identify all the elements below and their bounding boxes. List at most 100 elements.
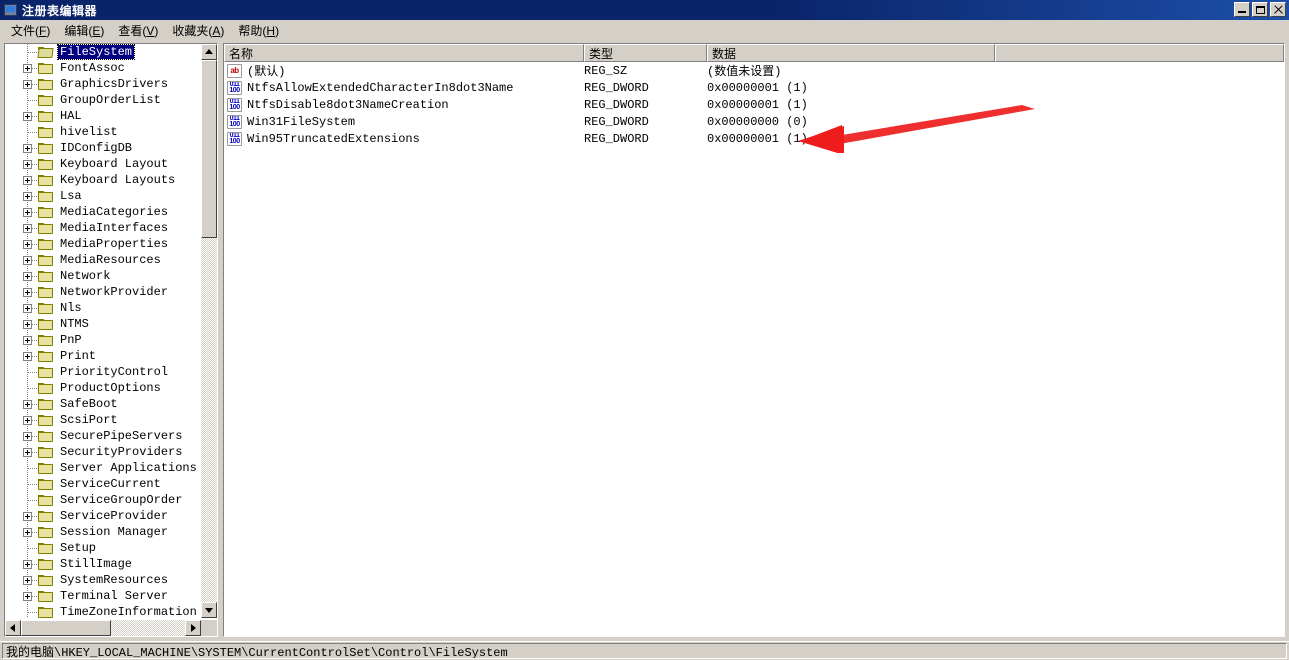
tree-connector-dash bbox=[28, 484, 37, 485]
table-row[interactable]: 011 100 NtfsDisable8dot3NameCreation REG_DW… bbox=[224, 96, 1284, 113]
tree-expand-plus-icon[interactable] bbox=[23, 336, 32, 345]
table-row[interactable]: ab (默认) REG_SZ (数值未设置) bbox=[224, 62, 1284, 79]
tree-node-serviceprovider[interactable]: ServiceProvider bbox=[5, 508, 201, 524]
table-row[interactable]: 011 100 Win31FileSystem REG_DWORD 0x00000000… bbox=[224, 113, 1284, 130]
tree-node-prioritycontrol[interactable]: PriorityControl bbox=[5, 364, 201, 380]
tree-expand-plus-icon[interactable] bbox=[23, 64, 32, 73]
menu-item-2[interactable]: 编辑(E) bbox=[57, 20, 111, 41]
tree-node-pnp[interactable]: PnP bbox=[5, 332, 201, 348]
tree-node-safeboot[interactable]: SafeBoot bbox=[5, 396, 201, 412]
tree-node-grouporderlist[interactable]: GroupOrderList bbox=[5, 92, 201, 108]
tree-node-mediainterfaces[interactable]: MediaInterfaces bbox=[5, 220, 201, 236]
tree-expand-plus-icon[interactable] bbox=[23, 240, 32, 249]
tree-horizontal-scrollbar[interactable] bbox=[5, 620, 201, 636]
tree-node-network[interactable]: Network bbox=[5, 268, 201, 284]
tree-expand-plus-icon[interactable] bbox=[23, 352, 32, 361]
tree-expand-plus-icon[interactable] bbox=[23, 592, 32, 601]
tree-node-mediaresources[interactable]: MediaResources bbox=[5, 252, 201, 268]
tree-expand-plus-icon[interactable] bbox=[23, 80, 32, 89]
tree-node-label: GraphicsDrivers bbox=[60, 77, 169, 91]
tree-expand-plus-icon[interactable] bbox=[23, 288, 32, 297]
tree-node-hal[interactable]: HAL bbox=[5, 108, 201, 124]
tree-node-servicecurrent[interactable]: ServiceCurrent bbox=[5, 476, 201, 492]
registry-values-pane[interactable]: 名称 类型 数据 ab (默认) REG_SZ (数值未设置) 011 100 NtfsAllo… bbox=[223, 43, 1285, 637]
column-header-4[interactable] bbox=[995, 44, 1284, 62]
tree-expand-plus-icon[interactable] bbox=[23, 304, 32, 313]
tree-expand-plus-icon[interactable] bbox=[23, 432, 32, 441]
tree-expand-plus-icon[interactable] bbox=[23, 272, 32, 281]
column-header-2[interactable]: 类型 bbox=[584, 44, 707, 62]
tree-expand-plus-icon[interactable] bbox=[23, 448, 32, 457]
tree-node-systemresources[interactable]: SystemResources bbox=[5, 572, 201, 588]
tree-node-keyboard-layout[interactable]: Keyboard Layout bbox=[5, 156, 201, 172]
maximize-button[interactable] bbox=[1252, 2, 1268, 17]
tree-scroll-up-button[interactable] bbox=[201, 44, 217, 60]
tree-node-idconfigdb[interactable]: IDConfigDB bbox=[5, 140, 201, 156]
tree-node-ntms[interactable]: NTMS bbox=[5, 316, 201, 332]
registry-tree-pane[interactable]: FileSystem FontAssoc GraphicsDrivers GroupO… bbox=[4, 43, 218, 637]
tree-node-mediacategories[interactable]: MediaCategories bbox=[5, 204, 201, 220]
tree-node-securityproviders[interactable]: SecurityProviders bbox=[5, 444, 201, 460]
tree-vertical-scrollbar[interactable] bbox=[201, 44, 217, 618]
tree-node-productoptions[interactable]: ProductOptions bbox=[5, 380, 201, 396]
tree-expand-plus-icon[interactable] bbox=[23, 320, 32, 329]
tree-expand-plus-icon[interactable] bbox=[23, 160, 32, 169]
column-header-1[interactable]: 名称 bbox=[224, 44, 584, 62]
tree-expand-plus-icon[interactable] bbox=[23, 224, 32, 233]
tree-expand-plus-icon[interactable] bbox=[23, 112, 32, 121]
tree-expand-plus-icon[interactable] bbox=[23, 560, 32, 569]
tree-expand-plus-icon[interactable] bbox=[23, 256, 32, 265]
tree-node-lsa[interactable]: Lsa bbox=[5, 188, 201, 204]
tree-node-graphicsdrivers[interactable]: GraphicsDrivers bbox=[5, 76, 201, 92]
tree-node-stillimage[interactable]: StillImage bbox=[5, 556, 201, 572]
tree-expand-plus-icon[interactable] bbox=[23, 512, 32, 521]
close-button[interactable] bbox=[1270, 2, 1286, 17]
tree-node-fontassoc[interactable]: FontAssoc bbox=[5, 60, 201, 76]
column-header-3[interactable]: 数据 bbox=[707, 44, 995, 62]
folder-icon bbox=[38, 223, 54, 235]
tree-expand-plus-icon[interactable] bbox=[23, 208, 32, 217]
table-row[interactable]: 011 100 Win95TruncatedExtensions REG_DWORD 0… bbox=[224, 130, 1284, 147]
tree-node-print[interactable]: Print bbox=[5, 348, 201, 364]
tree-node-label: ScsiPort bbox=[60, 413, 118, 427]
tree-node-filesystem[interactable]: FileSystem bbox=[5, 44, 201, 60]
minimize-button[interactable] bbox=[1234, 2, 1250, 17]
tree-node-servicegrouporder[interactable]: ServiceGroupOrder bbox=[5, 492, 201, 508]
tree-expand-plus-icon[interactable] bbox=[23, 400, 32, 409]
column-header-label: 数据 bbox=[712, 46, 737, 61]
table-row[interactable]: 011 100 NtfsAllowExtendedCharacterIn8dot3N… bbox=[224, 79, 1284, 96]
tree-expand-plus-icon[interactable] bbox=[23, 528, 32, 537]
tree-scroll-right-button[interactable] bbox=[185, 620, 201, 636]
tree-node-securepipeservers[interactable]: SecurePipeServers bbox=[5, 428, 201, 444]
tree-node-networkprovider[interactable]: NetworkProvider bbox=[5, 284, 201, 300]
tree-expand-plus-icon[interactable] bbox=[23, 176, 32, 185]
menu-item-3[interactable]: 查看(V) bbox=[111, 20, 165, 41]
menu-item-1[interactable]: 文件(F) bbox=[4, 20, 57, 41]
folder-icon bbox=[38, 319, 54, 331]
tree-hscroll-thumb[interactable] bbox=[21, 620, 111, 636]
tree-node-hivelist[interactable]: hivelist bbox=[5, 124, 201, 140]
tree-node-label: Setup bbox=[60, 541, 97, 555]
tree-node-server-applications[interactable]: Server Applications bbox=[5, 460, 201, 476]
tree-node-terminal-server[interactable]: Terminal Server bbox=[5, 588, 201, 604]
tree-node-nls[interactable]: Nls bbox=[5, 300, 201, 316]
tree-expand-plus-icon[interactable] bbox=[23, 192, 32, 201]
tree-node-mediaproperties[interactable]: MediaProperties bbox=[5, 236, 201, 252]
tree-node-session-manager[interactable]: Session Manager bbox=[5, 524, 201, 540]
value-name-cell: ab (默认) bbox=[224, 62, 584, 79]
tree-scroll-down-button[interactable] bbox=[201, 602, 217, 618]
tree-node-scsiport[interactable]: ScsiPort bbox=[5, 412, 201, 428]
tree-node-setup[interactable]: Setup bbox=[5, 540, 201, 556]
tree-expand-plus-icon[interactable] bbox=[23, 416, 32, 425]
tree-node-keyboard-layouts[interactable]: Keyboard Layouts bbox=[5, 172, 201, 188]
value-data-cell: 0x00000000 (0) bbox=[707, 114, 808, 129]
tree-scroll-left-button[interactable] bbox=[5, 620, 21, 636]
tree-expand-plus-icon[interactable] bbox=[23, 144, 32, 153]
tree-node-timezoneinformation[interactable]: TimeZoneInformation bbox=[5, 604, 201, 618]
tree-vscroll-thumb[interactable] bbox=[201, 60, 217, 238]
menu-item-5[interactable]: 帮助(H) bbox=[231, 20, 286, 41]
menu-item-4[interactable]: 收藏夹(A) bbox=[165, 20, 231, 41]
folder-icon bbox=[38, 415, 54, 427]
tree-expand-plus-icon[interactable] bbox=[23, 576, 32, 585]
tree-node-label: FileSystem bbox=[56, 44, 136, 60]
